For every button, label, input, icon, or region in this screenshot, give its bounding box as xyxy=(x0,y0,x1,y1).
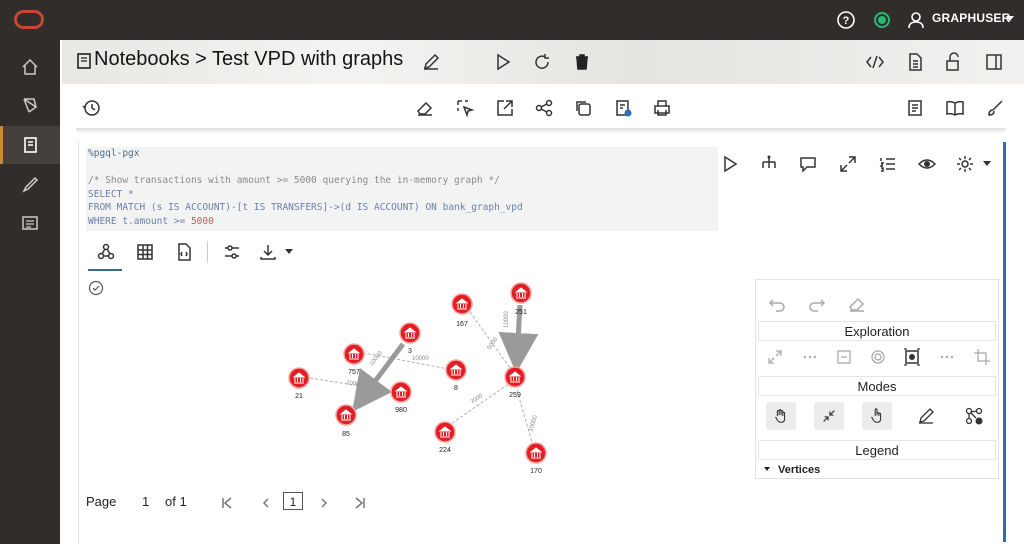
node-label: 85 xyxy=(342,431,350,438)
clear-icon[interactable] xyxy=(847,294,867,314)
first-page-icon[interactable] xyxy=(219,495,235,511)
page-label: Page xyxy=(86,494,117,509)
node-label: 8 xyxy=(454,385,458,392)
node-label: 167 xyxy=(456,321,468,328)
node-label: 757 xyxy=(348,369,360,376)
next-page-icon[interactable] xyxy=(316,495,332,511)
graph-node-980[interactable] xyxy=(390,381,412,403)
expand-nodes-icon[interactable] xyxy=(765,347,785,367)
collapse-icon[interactable] xyxy=(834,347,854,367)
vertices-label[interactable]: Vertices xyxy=(778,464,820,476)
node-label: 224 xyxy=(439,447,451,454)
edge-label: 10000 xyxy=(504,311,510,328)
contract-icon xyxy=(823,410,835,422)
redo-icon[interactable] xyxy=(807,294,827,314)
page-current: 1 xyxy=(142,494,150,509)
node-label: 980 xyxy=(395,407,407,414)
edge-label: 10000 xyxy=(528,414,539,432)
edge-label: 10000 xyxy=(346,380,364,388)
contract-mode-button[interactable] xyxy=(814,402,844,430)
more-icon[interactable] xyxy=(800,347,820,367)
edge-label: 7000 xyxy=(470,393,485,406)
focus-icon[interactable] xyxy=(868,347,888,367)
node-label: 251 xyxy=(515,309,527,316)
node-label: 21 xyxy=(295,393,303,400)
graph-node-3[interactable] xyxy=(399,322,421,344)
add-node-icon[interactable] xyxy=(964,406,984,426)
graph-node-170[interactable] xyxy=(525,442,547,464)
edit-mode-icon[interactable] xyxy=(916,406,936,426)
select-mode-button[interactable] xyxy=(862,402,892,430)
page-input[interactable]: 1 xyxy=(283,492,303,510)
modes-header: Modes xyxy=(758,376,996,396)
graph-node-21[interactable] xyxy=(288,367,310,389)
graph-node-259[interactable] xyxy=(504,366,526,388)
pan-mode-button[interactable] xyxy=(766,402,796,430)
edge-label: 10000 xyxy=(412,356,429,362)
crop-icon[interactable] xyxy=(972,347,992,367)
graph-node-224[interactable] xyxy=(434,421,456,443)
graph-node-167[interactable] xyxy=(451,293,473,315)
edge-label: 10000 xyxy=(369,350,384,367)
undo-icon[interactable] xyxy=(767,294,787,314)
node-label: 259 xyxy=(509,392,521,399)
legend-header: Legend xyxy=(758,440,996,460)
node-label: 3 xyxy=(408,348,412,355)
prev-page-icon[interactable] xyxy=(258,495,274,511)
graph-node-85[interactable] xyxy=(335,404,357,426)
group-icon[interactable] xyxy=(902,347,922,367)
more-icon-2[interactable] xyxy=(937,347,957,367)
graph-node-251[interactable] xyxy=(510,282,532,304)
last-page-icon[interactable] xyxy=(352,495,368,511)
hand-icon xyxy=(775,409,786,423)
graph-node-8[interactable] xyxy=(445,359,467,381)
graph-node-757[interactable] xyxy=(343,343,365,365)
node-label: 170 xyxy=(530,468,542,475)
vertices-caret-icon[interactable] xyxy=(764,467,770,471)
page-total: of 1 xyxy=(165,494,187,509)
pointer-hand-icon xyxy=(871,408,882,423)
exploration-header: Exploration xyxy=(758,321,996,341)
